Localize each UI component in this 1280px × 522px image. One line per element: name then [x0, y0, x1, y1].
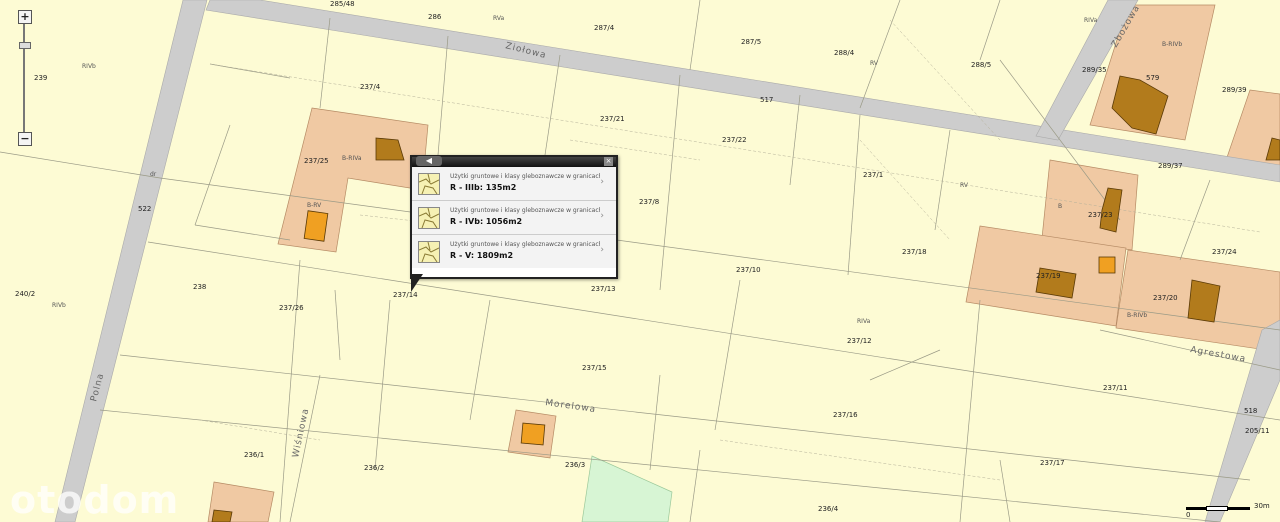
- zoom-control: + −: [18, 10, 32, 146]
- parcel-label[interactable]: 237/12: [847, 337, 872, 345]
- land-use-map-icon: [418, 173, 440, 195]
- parcel-label[interactable]: 237/24: [1212, 248, 1237, 256]
- zoom-in-button[interactable]: +: [18, 10, 32, 24]
- parcel-label[interactable]: 237/19: [1036, 272, 1061, 280]
- scale-segment: [1186, 507, 1206, 510]
- parcel-label[interactable]: 286: [428, 13, 442, 21]
- parcel-label[interactable]: 285/48: [330, 0, 355, 8]
- parcel-label[interactable]: 239: [34, 74, 47, 82]
- parcel-label[interactable]: 237/26: [279, 304, 304, 312]
- parcel-label[interactable]: 289/37: [1158, 162, 1183, 170]
- land-class-label: B-RIVa: [342, 155, 362, 162]
- parcel-label[interactable]: 237/1: [863, 171, 883, 179]
- parcel-label[interactable]: 287/5: [741, 38, 761, 46]
- popup-item[interactable]: Użytki gruntowe i klasy gleboznawcze w g…: [412, 235, 616, 268]
- popup-item-caption: Użytki gruntowe i klasy gleboznawcze w g…: [450, 207, 600, 214]
- parcel-label[interactable]: 522: [138, 205, 151, 213]
- parcel-label[interactable]: 236/2: [364, 464, 384, 472]
- popup-item[interactable]: Użytki gruntowe i klasy gleboznawcze w g…: [412, 167, 616, 201]
- chevron-right-icon: ›: [600, 177, 604, 187]
- popup-item-caption: Użytki gruntowe i klasy gleboznawcze w g…: [450, 241, 600, 248]
- land-use-map-icon: [418, 207, 440, 229]
- building: [1098, 256, 1116, 274]
- land-class-label: RIVb: [82, 63, 96, 70]
- parcel-label[interactable]: 287/4: [594, 24, 615, 32]
- land-class-label: dr: [150, 171, 157, 178]
- close-button[interactable]: ×: [604, 157, 613, 166]
- parcel-label[interactable]: 288/4: [834, 49, 855, 57]
- parcel-label[interactable]: 205/11: [1245, 427, 1270, 435]
- land-class-label: B-RIVb: [1162, 41, 1182, 48]
- watermark-logo: otodom: [10, 478, 180, 522]
- popup-header: ◀ ×: [412, 156, 616, 167]
- parcel-label[interactable]: 237/23: [1088, 211, 1113, 219]
- parcel-label[interactable]: 237/20: [1153, 294, 1178, 302]
- land-class-label: RV: [960, 182, 969, 189]
- scale-end-label: 30m: [1254, 502, 1270, 510]
- parcel-label[interactable]: 238: [193, 283, 206, 291]
- parcel-label[interactable]: 237/11: [1103, 384, 1128, 392]
- parcel-label[interactable]: 237/21: [600, 115, 625, 123]
- zoom-slider-track[interactable]: [23, 24, 25, 134]
- popup-item-value: R - IVb: 1056m2: [450, 217, 523, 226]
- zoom-slider-handle[interactable]: [19, 42, 31, 49]
- parcel-label[interactable]: 517: [760, 96, 773, 104]
- land-class-label: RIVa: [857, 318, 871, 325]
- building: [520, 422, 546, 446]
- land-class-label: RIVa: [1084, 17, 1098, 24]
- popup-item[interactable]: Użytki gruntowe i klasy gleboznawcze w g…: [412, 201, 616, 235]
- land-class-label: B-RV: [307, 202, 322, 209]
- scale-segment: [1228, 507, 1250, 510]
- parcel-label[interactable]: 289/39: [1222, 86, 1247, 94]
- land-class-label: RV: [870, 60, 879, 67]
- scale-start-label: 0: [1186, 511, 1191, 519]
- parcel-label[interactable]: 237/22: [722, 136, 747, 144]
- chevron-right-icon: ›: [600, 211, 604, 221]
- parcel-label[interactable]: 236/3: [565, 461, 585, 469]
- parcel-label[interactable]: 237/16: [833, 411, 858, 419]
- land-class-label: RIVb: [52, 302, 66, 309]
- parcel-label[interactable]: 288/5: [971, 61, 991, 69]
- parcel-label[interactable]: 237/25: [304, 157, 329, 165]
- popup-item-caption: Użytki gruntowe i klasy gleboznawcze w g…: [450, 173, 600, 180]
- parcel-label[interactable]: 237/4: [360, 83, 381, 91]
- parcel-label[interactable]: 237/13: [591, 285, 616, 293]
- popup-item-value: R - V: 1809m2: [450, 251, 514, 260]
- parcel-info-popup: ◀ × Użytki gruntowe i klasy gleboznawcze…: [410, 155, 618, 279]
- parcel-label[interactable]: 518: [1244, 407, 1257, 415]
- scale-bar: 0 30m: [1186, 502, 1276, 520]
- parcel-label[interactable]: 237/14: [393, 291, 418, 299]
- parcel-label[interactable]: 236/1: [244, 451, 264, 459]
- parcel-label[interactable]: 237/10: [736, 266, 761, 274]
- land-class-label: RVa: [493, 15, 504, 22]
- parcel-label[interactable]: 237/8: [639, 198, 659, 206]
- building: [211, 509, 233, 522]
- popup-item-value: R - IIIb: 135m2: [450, 183, 517, 192]
- building: [1187, 279, 1221, 323]
- parcel-label[interactable]: 579: [1146, 74, 1159, 82]
- parcel-label[interactable]: 289/35: [1082, 66, 1107, 74]
- chevron-right-icon: ›: [600, 245, 604, 255]
- parcel-label[interactable]: 237/18: [902, 248, 927, 256]
- parcel-label[interactable]: 240/2: [15, 290, 35, 298]
- popup-pointer: [411, 274, 423, 292]
- zoom-out-button[interactable]: −: [18, 132, 32, 146]
- parcel-label[interactable]: 236/4: [818, 505, 839, 513]
- scale-segment: [1206, 506, 1228, 511]
- land-use-map-icon: [418, 241, 440, 263]
- cadastral-map[interactable]: Ziołowa Agrestowa Morelowa Wiśniowa Poln…: [0, 0, 1280, 522]
- back-arrow-icon[interactable]: ◀: [416, 156, 442, 166]
- parcel-label[interactable]: 237/15: [582, 364, 607, 372]
- land-class-label: B-RIVb: [1127, 312, 1147, 319]
- parcel-label[interactable]: 237/17: [1040, 459, 1065, 467]
- land-class-label: B: [1058, 203, 1062, 210]
- building: [303, 210, 329, 242]
